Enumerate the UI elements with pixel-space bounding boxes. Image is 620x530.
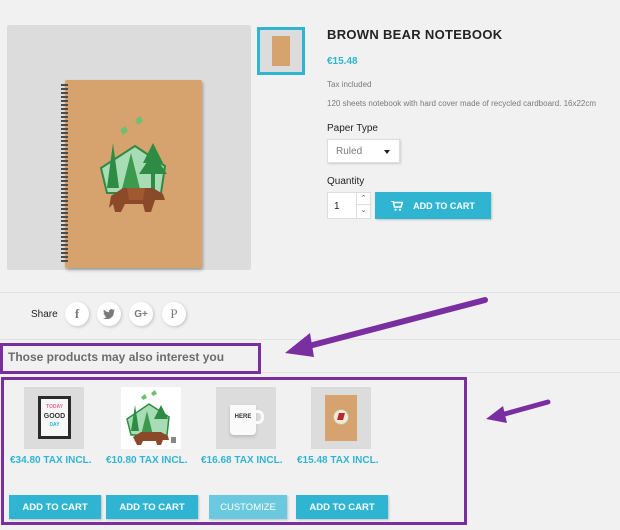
quantity-label: Quantity [327, 176, 365, 187]
related-products-title: Those products may also interest you [0, 343, 261, 374]
share-label: Share [31, 309, 58, 320]
divider [262, 372, 620, 373]
product-price: €16.68 TAX INCL. [201, 455, 283, 466]
bear-forest-illustration [126, 390, 176, 445]
facebook-icon: f [74, 306, 80, 321]
twitter-share-button[interactable] [97, 302, 121, 326]
quantity-stepper[interactable]: 1 ⌃ ⌄ [327, 192, 371, 219]
bear-forest-illustration [99, 116, 167, 212]
add-to-cart-button[interactable]: ADD TO CART [9, 495, 101, 519]
product-image-mug[interactable]: HERE [216, 387, 276, 449]
product-image-notebook-hummingbird[interactable] [311, 387, 371, 449]
spiral-binding [61, 84, 68, 264]
add-to-cart-button[interactable]: ADD TO CART [375, 192, 491, 219]
divider [0, 292, 620, 293]
paper-type-label: Paper Type [327, 123, 378, 134]
product-title: BROWN BEAR NOTEBOOK [327, 27, 503, 42]
product-price: €15.48 TAX INCL. [297, 455, 379, 466]
quantity-input[interactable]: 1 [334, 201, 340, 212]
related-products-list: TODAY GOOD DAY €34.80 TAX INCL. ADD TO C… [1, 377, 467, 525]
annotation-arrow-icon [486, 399, 551, 423]
thumbnail-notebook-image [272, 36, 290, 66]
poster-line-1: TODAY [46, 404, 63, 410]
pinterest-share-button[interactable]: P [162, 302, 186, 326]
shopping-cart-icon [391, 200, 404, 211]
add-to-cart-label: ADD TO CART [413, 200, 475, 211]
product-price: €10.80 TAX INCL. [106, 455, 188, 466]
product-price: €15.48 [327, 56, 358, 67]
paper-type-select[interactable]: Ruled [327, 139, 400, 163]
poster-line-3: DAY [49, 422, 60, 428]
add-to-cart-button[interactable]: ADD TO CART [296, 495, 388, 519]
notebook-image [61, 80, 202, 268]
add-to-cart-button[interactable]: ADD TO CART [106, 495, 198, 519]
pinterest-icon: P [170, 306, 178, 321]
annotation-arrow-icon [285, 297, 488, 357]
twitter-icon [103, 309, 115, 319]
tax-label: Tax included [327, 80, 372, 89]
google-plus-icon: G+ [134, 308, 148, 320]
product-thumbnail[interactable] [257, 27, 305, 75]
chevron-up-icon[interactable]: ⌃ [357, 193, 370, 205]
caret-down-icon [384, 150, 390, 154]
product-image-bear-sticker[interactable] [121, 387, 181, 449]
poster-line-2: GOOD [43, 413, 66, 420]
product-main-image[interactable] [7, 25, 251, 270]
product-image-framed-poster[interactable]: TODAY GOOD DAY [24, 387, 84, 449]
google-plus-share-button[interactable]: G+ [129, 302, 153, 326]
chevron-down-icon[interactable]: ⌄ [357, 205, 370, 217]
product-description: 120 sheets notebook with hard cover made… [327, 99, 597, 108]
paper-type-value: Ruled [336, 146, 363, 157]
facebook-share-button[interactable]: f [65, 302, 89, 326]
product-price: €34.80 TAX INCL. [10, 455, 92, 466]
mug-text: HERE [230, 405, 256, 435]
customize-button[interactable]: CUSTOMIZE [209, 495, 287, 519]
